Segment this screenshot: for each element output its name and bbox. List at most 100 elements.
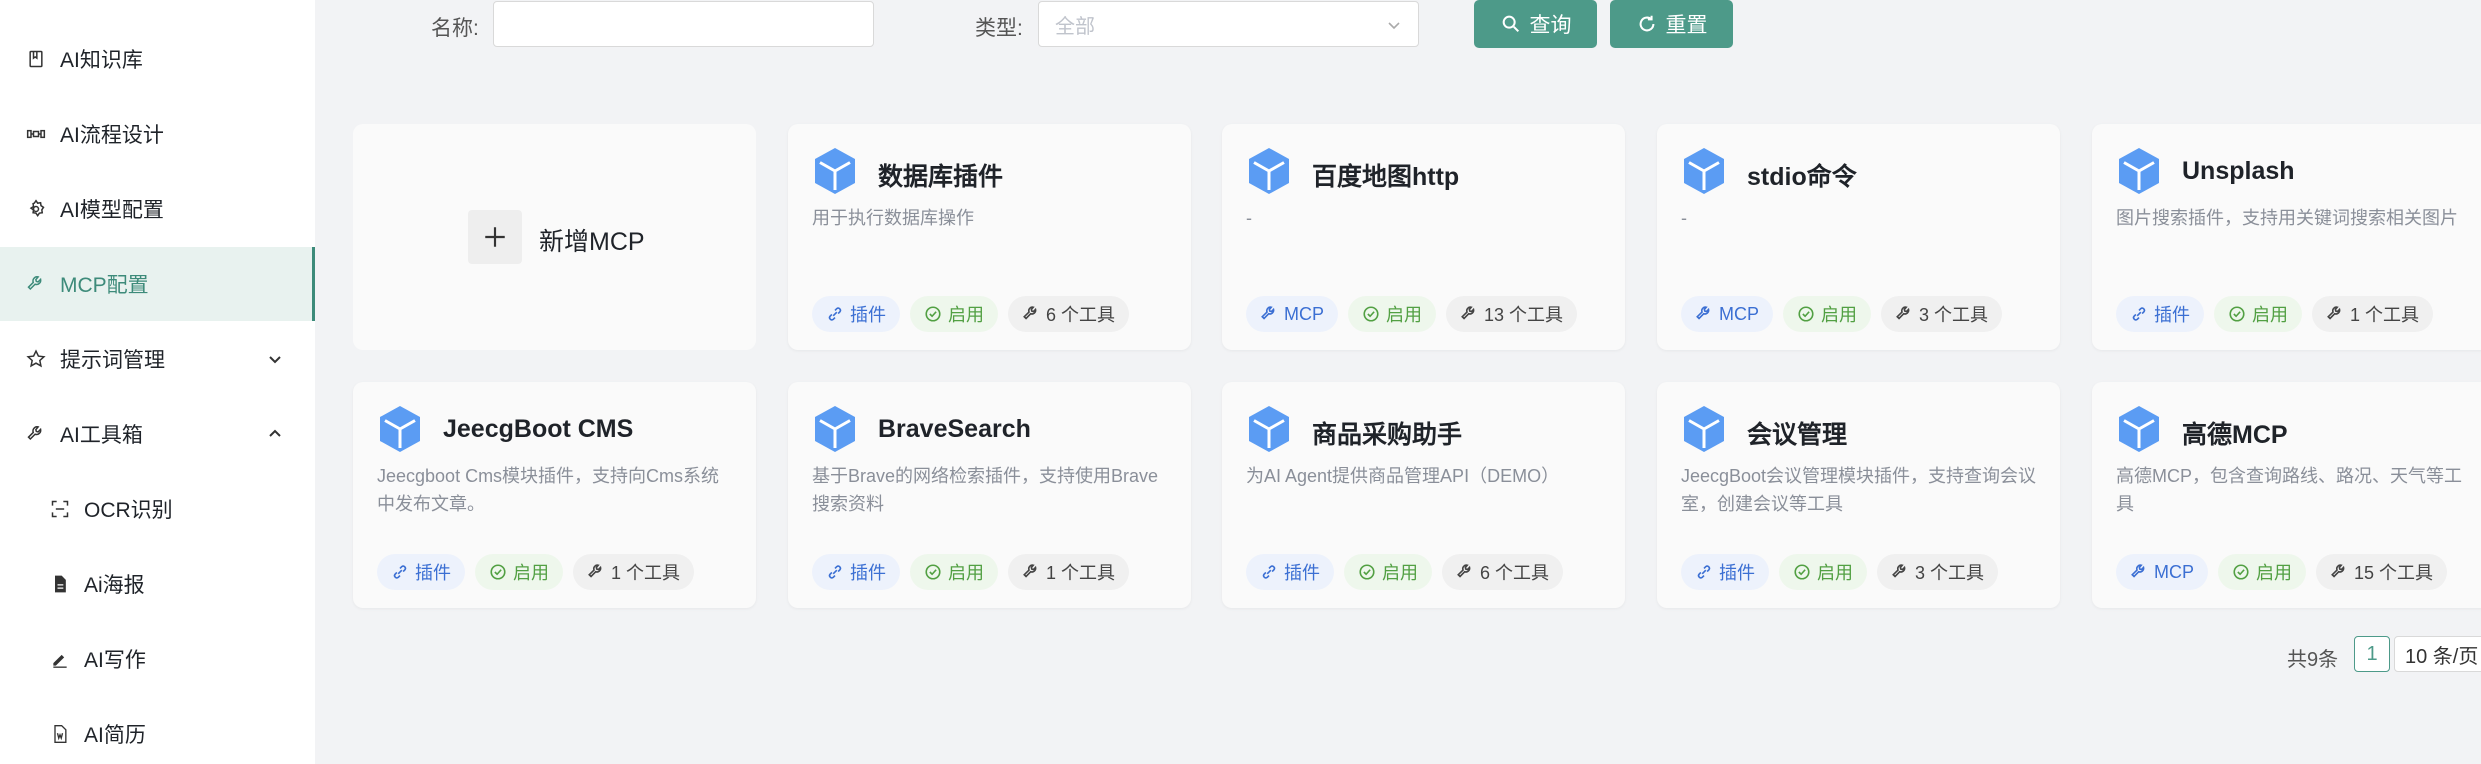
tools-count-tag: 6 个工具	[1442, 554, 1564, 590]
status-tag: 启用	[1344, 554, 1432, 590]
card-tags: 插件 启用 6 个工具	[812, 296, 1130, 332]
mcp-card[interactable]: Unsplash 图片搜索插件，支持用关键词搜索相关图片 插件 启用 1 个工具	[2092, 124, 2481, 350]
mcp-card[interactable]: stdio命令 - MCP 启用 3 个工具	[1657, 124, 2060, 350]
sidebar-item-label: OCR识别	[84, 499, 173, 522]
tool-icon	[1895, 305, 1913, 323]
card-description: 用于执行数据库操作	[812, 208, 974, 228]
sidebar-item-ai-flow[interactable]: AI流程设计	[0, 97, 315, 171]
link-icon	[826, 305, 844, 323]
name-label: 名称:	[431, 17, 479, 40]
tools-count-label: 13 个工具	[1484, 305, 1564, 325]
mcp-card[interactable]: 数据库插件 用于执行数据库操作 插件 启用 6 个工具	[788, 124, 1191, 350]
plus-icon	[468, 210, 522, 264]
cube-icon	[1681, 404, 1727, 454]
type-tag: MCP	[1681, 296, 1773, 332]
check-circle-icon	[2232, 563, 2250, 581]
status-tag-label: 启用	[2252, 305, 2288, 325]
sidebar-item-ai-knowledge[interactable]: AI知识库	[0, 22, 315, 96]
tool-icon	[2326, 305, 2344, 323]
sidebar-item-ai-model[interactable]: AI模型配置	[0, 172, 315, 246]
tools-count-label: 3 个工具	[1915, 563, 1985, 583]
cube-icon	[812, 404, 858, 454]
check-circle-icon	[1797, 305, 1815, 323]
wrench-icon	[2130, 563, 2148, 581]
sidebar-item-mcp-config[interactable]: MCP配置	[0, 247, 315, 321]
status-tag-label: 启用	[1821, 305, 1857, 325]
type-tag-label: 插件	[850, 305, 886, 325]
page-number-button[interactable]: 1	[2354, 636, 2390, 672]
tool-icon	[587, 563, 605, 581]
tool-icon	[1022, 305, 1040, 323]
word-doc-icon	[48, 722, 72, 746]
sidebar-item-ocr[interactable]: OCR识别	[0, 472, 315, 546]
add-mcp-label: 新增MCP	[539, 228, 645, 256]
check-circle-icon	[2228, 305, 2246, 323]
card-description: 为AI Agent提供商品管理API（DEMO）	[1246, 466, 1560, 486]
type-tag-label: 插件	[2154, 305, 2190, 325]
tools-count-tag: 3 个工具	[1881, 296, 2003, 332]
query-button-label: 查询	[1529, 14, 1572, 37]
tools-count-tag: 1 个工具	[573, 554, 695, 590]
type-tag: MCP	[1246, 296, 1338, 332]
status-tag-label: 启用	[513, 563, 549, 583]
type-tag: 插件	[2116, 296, 2204, 332]
chevron-up-icon[interactable]	[265, 424, 285, 444]
mcp-card[interactable]: BraveSearch 基于Brave的网络检索插件，支持使用Brave搜索资料插…	[788, 382, 1191, 608]
card-description: -	[1681, 208, 1687, 228]
sidebar-item-ai-writing[interactable]: AI写作	[0, 622, 315, 696]
link-icon	[1260, 563, 1278, 581]
tool-icon	[2330, 563, 2348, 581]
type-label: 类型:	[975, 17, 1023, 40]
sidebar-item-label: AI流程设计	[60, 124, 164, 147]
check-circle-icon	[1358, 563, 1376, 581]
mcp-card[interactable]: 高德MCP 高德MCP，包含查询路线、路况、天气等工具 MCP 启用 15 个工具	[2092, 382, 2481, 608]
sidebar-item-label: MCP配置	[60, 274, 149, 297]
query-button[interactable]: 查询	[1474, 0, 1597, 48]
link-icon	[391, 563, 409, 581]
type-select-placeholder: 全部	[1055, 15, 1095, 38]
link-icon	[826, 563, 844, 581]
scan-icon	[48, 497, 72, 521]
card-title: JeecgBoot CMS	[443, 415, 634, 443]
cube-icon	[1246, 404, 1292, 454]
card-title: 会议管理	[1747, 421, 1848, 449]
chevron-down-icon[interactable]	[265, 349, 285, 369]
tool-icon	[1460, 305, 1478, 323]
type-select[interactable]: 全部	[1038, 1, 1419, 47]
status-tag: 启用	[1779, 554, 1867, 590]
sidebar-item-ai-resume[interactable]: AI简历	[0, 697, 315, 764]
type-tag: 插件	[1681, 554, 1769, 590]
sidebar-item-ai-poster[interactable]: Ai海报	[0, 547, 315, 621]
page-size-select[interactable]: 10 条/页	[2394, 636, 2481, 672]
type-tag-label: MCP	[1719, 303, 1759, 324]
reset-button[interactable]: 重置	[1610, 0, 1733, 48]
type-tag-label: 插件	[850, 563, 886, 583]
tools-count-tag: 1 个工具	[2312, 296, 2434, 332]
mcp-card[interactable]: 会议管理 JeecgBoot会议管理模块插件，支持查询会议室，创建会议等工具插件 启…	[1657, 382, 2060, 608]
sidebar-item-label: 提示词管理	[60, 349, 165, 372]
tool-icon	[1891, 563, 1909, 581]
mcp-card[interactable]: 商品采购助手 为AI Agent提供商品管理API（DEMO） 插件 启用 6 个工具	[1222, 382, 1625, 608]
tools-count-label: 3 个工具	[1919, 305, 1989, 325]
tools-count-label: 1 个工具	[2350, 305, 2420, 325]
card-description: Jeecgboot Cms模块插件，支持向Cms系统中发布文章。	[377, 466, 720, 514]
add-mcp-card[interactable]: 新增MCP	[353, 124, 756, 350]
card-description: JeecgBoot会议管理模块插件，支持查询会议室，创建会议等工具	[1681, 466, 2037, 514]
sidebar-item-prompt-manage[interactable]: 提示词管理	[0, 322, 315, 396]
tools-count-label: 15 个工具	[2354, 563, 2434, 583]
sidebar-item-label: AI工具箱	[60, 424, 143, 447]
tools-count-label: 1 个工具	[611, 563, 681, 583]
sidebar-item-label: Ai海报	[84, 574, 145, 597]
mcp-card[interactable]: JeecgBoot CMS Jeecgboot Cms模块插件，支持向Cms系统中…	[353, 382, 756, 608]
reload-icon	[1639, 15, 1654, 32]
card-description: 基于Brave的网络检索插件，支持使用Brave搜索资料	[812, 466, 1159, 514]
name-input[interactable]	[493, 1, 874, 47]
mcp-card[interactable]: 百度地图http - MCP 启用 13 个工具	[1222, 124, 1625, 350]
book-icon	[24, 47, 48, 71]
sidebar-item-ai-toolbox[interactable]: AI工具箱	[0, 397, 315, 471]
type-tag-label: MCP	[2154, 561, 2194, 582]
cube-icon	[812, 146, 858, 196]
card-tags: 插件 启用 1 个工具	[812, 554, 1130, 590]
card-title: Unsplash	[2182, 157, 2295, 185]
pagination-total: 共9条	[2287, 649, 2339, 671]
